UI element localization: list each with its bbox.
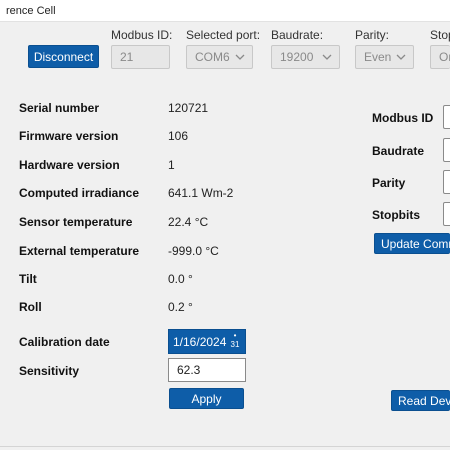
tilt-label: Tilt bbox=[19, 272, 37, 286]
calendar-icon-day: 31 bbox=[230, 340, 240, 349]
sensitivity-label: Sensitivity bbox=[19, 364, 80, 378]
computed-irradiance-label: Computed irradiance bbox=[19, 186, 140, 200]
apply-button[interactable]: Apply bbox=[169, 388, 244, 409]
modbus-id-field: 21 bbox=[111, 45, 170, 69]
stopbits-select[interactable]: On bbox=[430, 45, 450, 69]
stopbits-label: Stop bbox=[430, 28, 450, 42]
comm-stopbits-label: Stopbits bbox=[372, 208, 420, 222]
serial-number-value: 120721 bbox=[168, 101, 209, 115]
comm-baudrate-input[interactable] bbox=[443, 138, 450, 162]
roll-value: 0.2 ° bbox=[168, 300, 193, 314]
modbus-id-label: Modbus ID: bbox=[111, 28, 173, 42]
bottom-divider bbox=[0, 446, 450, 447]
read-device-button[interactable]: Read Devi bbox=[391, 390, 450, 411]
sensitivity-input[interactable]: 62.3 bbox=[168, 358, 246, 382]
window-title: rence Cell bbox=[0, 0, 450, 22]
calendar-icon[interactable]: • 31 bbox=[229, 332, 241, 352]
parity-value: Even bbox=[364, 50, 392, 64]
parity-label: Parity: bbox=[355, 28, 390, 42]
comm-modbus-id-input[interactable] bbox=[443, 105, 450, 129]
computed-irradiance-value: 641.1 Wm-2 bbox=[168, 186, 234, 200]
firmware-version-label: Firmware version bbox=[19, 129, 119, 143]
sensitivity-value: 62.3 bbox=[177, 363, 201, 377]
comm-parity-input[interactable] bbox=[443, 170, 450, 194]
chevron-down-icon bbox=[396, 54, 406, 60]
external-temperature-label: External temperature bbox=[19, 244, 140, 258]
stopbits-value: On bbox=[439, 50, 450, 64]
port-value: COM6 bbox=[195, 50, 230, 64]
modbus-id-value: 21 bbox=[120, 50, 134, 64]
chevron-down-icon bbox=[235, 54, 245, 60]
baudrate-value: 19200 bbox=[280, 50, 314, 64]
baudrate-label: Baudrate: bbox=[271, 28, 324, 42]
calibration-date-picker[interactable]: 1/16/2024 • 31 bbox=[168, 329, 246, 354]
baudrate-select[interactable]: 19200 bbox=[271, 45, 340, 69]
parity-select[interactable]: Even bbox=[355, 45, 414, 69]
comm-stopbits-input[interactable] bbox=[443, 202, 450, 226]
external-temperature-value: -999.0 °C bbox=[168, 244, 219, 258]
calibration-date-label: Calibration date bbox=[19, 335, 110, 349]
sensor-temperature-label: Sensor temperature bbox=[19, 215, 133, 229]
tilt-value: 0.0 ° bbox=[168, 272, 193, 286]
comm-baudrate-label: Baudrate bbox=[372, 144, 425, 158]
selected-port-label: Selected port: bbox=[186, 28, 261, 42]
update-comm-button[interactable]: Update Comm bbox=[374, 233, 450, 254]
serial-number-label: Serial number bbox=[19, 101, 100, 115]
port-select[interactable]: COM6 bbox=[186, 45, 253, 69]
hardware-version-value: 1 bbox=[168, 158, 175, 172]
sensor-temperature-value: 22.4 °C bbox=[168, 215, 209, 229]
firmware-version-value: 106 bbox=[168, 129, 189, 143]
comm-parity-label: Parity bbox=[372, 176, 406, 190]
calibration-date-value: 1/16/2024 bbox=[173, 334, 227, 349]
disconnect-button[interactable]: Disconnect bbox=[28, 45, 99, 68]
hardware-version-label: Hardware version bbox=[19, 158, 120, 172]
chevron-down-icon bbox=[322, 54, 332, 60]
comm-modbus-id-label: Modbus ID bbox=[372, 111, 434, 125]
roll-label: Roll bbox=[19, 300, 42, 314]
